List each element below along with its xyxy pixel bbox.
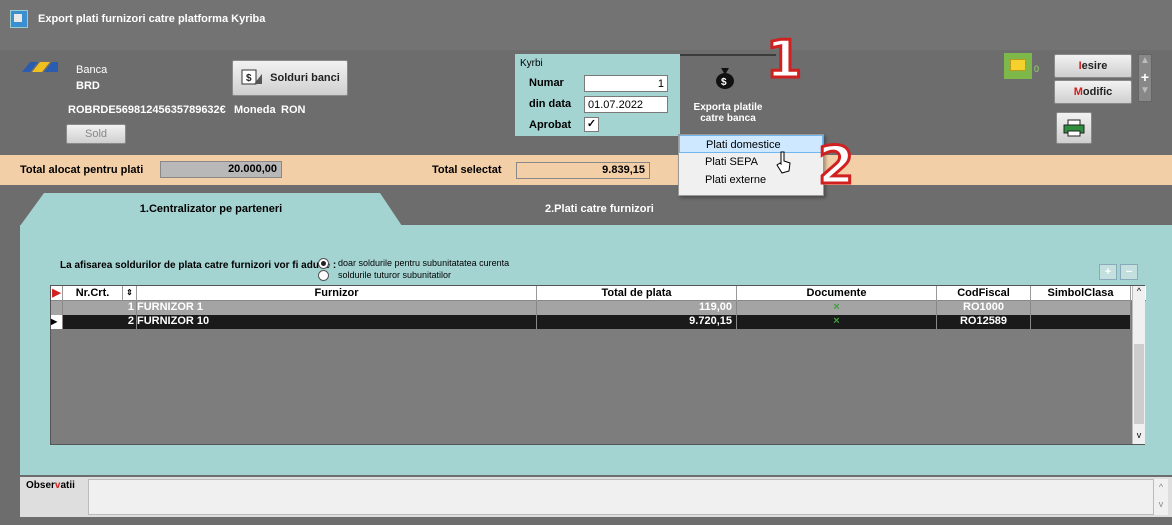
- options-question: La afisarea soldurilor de plata catre fu…: [60, 260, 337, 271]
- row-total: 9.720,15: [537, 315, 737, 329]
- add-row-button[interactable]: +: [1099, 264, 1117, 280]
- grid-header: ▶ Nr.Crt. ⇕ Furnizor Total de plata Docu…: [51, 286, 1146, 301]
- bank-label: Banca: [76, 64, 108, 76]
- printer-icon: [1063, 119, 1085, 137]
- grid-indicator-header: ▶: [51, 286, 63, 301]
- table-row[interactable]: ▶ 2 FURNIZOR 10 9.720,15 × RO12589: [51, 315, 1131, 329]
- zoom-control[interactable]: ▲ + ▼: [1138, 54, 1152, 102]
- title-bar: [0, 0, 1172, 50]
- grid-body: 1 FURNIZOR 1 119,00 × RO1000 ▶ 2 FURNIZO…: [51, 301, 1131, 329]
- observatii-rest: atii: [60, 480, 75, 491]
- kyriba-title: Kyrbi: [520, 58, 543, 69]
- modific-button[interactable]: Modific: [1054, 80, 1132, 104]
- export-label-line1: Exporta platile: [693, 102, 763, 113]
- moneda-label: Moneda: [234, 104, 276, 116]
- observatii-textarea[interactable]: [88, 479, 1154, 515]
- row-cod-fiscal: RO12589: [937, 315, 1031, 329]
- header-simbol-clasa[interactable]: SimbolClasa: [1031, 286, 1131, 301]
- iesire-label: esire: [1081, 60, 1108, 72]
- annotation-step-1: 1: [764, 29, 803, 92]
- header-documente[interactable]: Documente: [737, 286, 937, 301]
- row-simbol-clasa: [1031, 301, 1131, 315]
- export-label: Exporta platile catre banca: [680, 102, 776, 124]
- radio-toate-subunitatile-label: soldurile tuturor subunitatilor: [338, 270, 452, 280]
- current-row-indicator-icon: ▶: [51, 315, 63, 329]
- header-furnizor[interactable]: Furnizor: [137, 286, 537, 301]
- bank-logo-icon: [22, 62, 58, 72]
- header-nr-crt[interactable]: Nr.Crt.: [63, 286, 123, 301]
- total-selectat-label: Total selectat: [432, 164, 502, 176]
- radio-toate-subunitatile[interactable]: [318, 270, 329, 281]
- bank-icon: $: [241, 69, 263, 85]
- window-title: Export plati furnizori catre platforma K…: [38, 13, 266, 25]
- modific-label: odific: [1082, 86, 1113, 98]
- radio-subunitate-curenta-label: doar soldurile pentru subunitatatea cure…: [338, 258, 510, 268]
- row-indicator: [51, 301, 63, 315]
- sort-icon[interactable]: ⇕: [123, 286, 137, 301]
- money-bag-icon: $: [716, 68, 734, 89]
- tab-centralizator[interactable]: 1.Centralizator pe parteneri: [20, 203, 402, 215]
- solduri-banci-button[interactable]: $ Solduri banci: [232, 60, 348, 96]
- annotation-step-2: 2: [816, 135, 855, 198]
- partners-grid[interactable]: ▶ Nr.Crt. ⇕ Furnizor Total de plata Docu…: [50, 285, 1146, 445]
- folder-icon[interactable]: [1004, 53, 1032, 79]
- aprobat-checkbox[interactable]: ✓: [584, 117, 599, 132]
- documente-icon[interactable]: ×: [737, 301, 937, 315]
- row-nr: 2: [63, 315, 137, 329]
- menu-item-plati-sepa[interactable]: Plati SEPA: [679, 153, 823, 171]
- aprobat-label: Aprobat: [529, 119, 572, 131]
- bank-iban: ROBRDE56981245635789632€: [68, 104, 226, 116]
- observatii-label: Observatii: [26, 480, 75, 491]
- svg-text:$: $: [246, 73, 252, 84]
- moneda-value: RON: [281, 104, 306, 116]
- modific-hotkey: M: [1073, 86, 1083, 98]
- export-dropdown-menu: Plati domestice Plati SEPA Plati externe: [678, 134, 824, 196]
- observatii-prefix: Obser: [26, 480, 55, 491]
- app-icon: [10, 10, 28, 28]
- row-simbol-clasa: [1031, 315, 1131, 329]
- header-cod-fiscal[interactable]: CodFiscal: [937, 286, 1031, 301]
- plus-icon[interactable]: +: [1139, 69, 1151, 85]
- export-label-line2: catre banca: [700, 113, 756, 124]
- total-selectat-value: 9.839,15: [516, 162, 650, 179]
- header-total-plata[interactable]: Total de plata: [537, 286, 737, 301]
- documente-icon[interactable]: ×: [737, 315, 937, 329]
- folder-count: 0: [1034, 64, 1040, 74]
- scrollbar-thumb[interactable]: [1134, 344, 1144, 424]
- iesire-button[interactable]: Iesire: [1054, 54, 1132, 78]
- sold-button[interactable]: Sold: [66, 124, 126, 144]
- tab-plati-furnizori[interactable]: 2.Plati catre furnizori: [545, 203, 654, 215]
- total-alocat-label: Total alocat pentru plati: [20, 164, 144, 176]
- table-row[interactable]: 1 FURNIZOR 1 119,00 × RO1000: [51, 301, 1131, 315]
- bank-name: BRD: [76, 80, 100, 92]
- svg-text:$: $: [721, 77, 727, 88]
- radio-subunitate-curenta[interactable]: [318, 258, 329, 269]
- numar-label: Numar: [529, 77, 564, 89]
- row-cod-fiscal: RO1000: [937, 301, 1031, 315]
- row-furnizor: FURNIZOR 10: [137, 315, 537, 329]
- row-furnizor: FURNIZOR 1: [137, 301, 537, 315]
- mouse-cursor-icon: [776, 151, 791, 174]
- observatii-scrollbar[interactable]: ^ v: [1154, 479, 1168, 515]
- row-total: 119,00: [537, 301, 737, 315]
- remove-row-button[interactable]: −: [1120, 264, 1138, 280]
- numar-input[interactable]: 1: [584, 75, 668, 92]
- grid-scrollbar[interactable]: ^ v: [1132, 286, 1145, 444]
- din-data-input[interactable]: 01.07.2022: [584, 96, 668, 113]
- print-button[interactable]: [1056, 112, 1092, 144]
- menu-item-plati-externe[interactable]: Plati externe: [679, 171, 823, 189]
- solduri-banci-label: Solduri banci: [270, 72, 340, 84]
- total-alocat-value: 20.000,00: [160, 161, 282, 178]
- row-nr: 1: [63, 301, 137, 315]
- din-data-label: din data: [529, 98, 572, 110]
- menu-item-plati-domestice[interactable]: Plati domestice: [679, 135, 823, 153]
